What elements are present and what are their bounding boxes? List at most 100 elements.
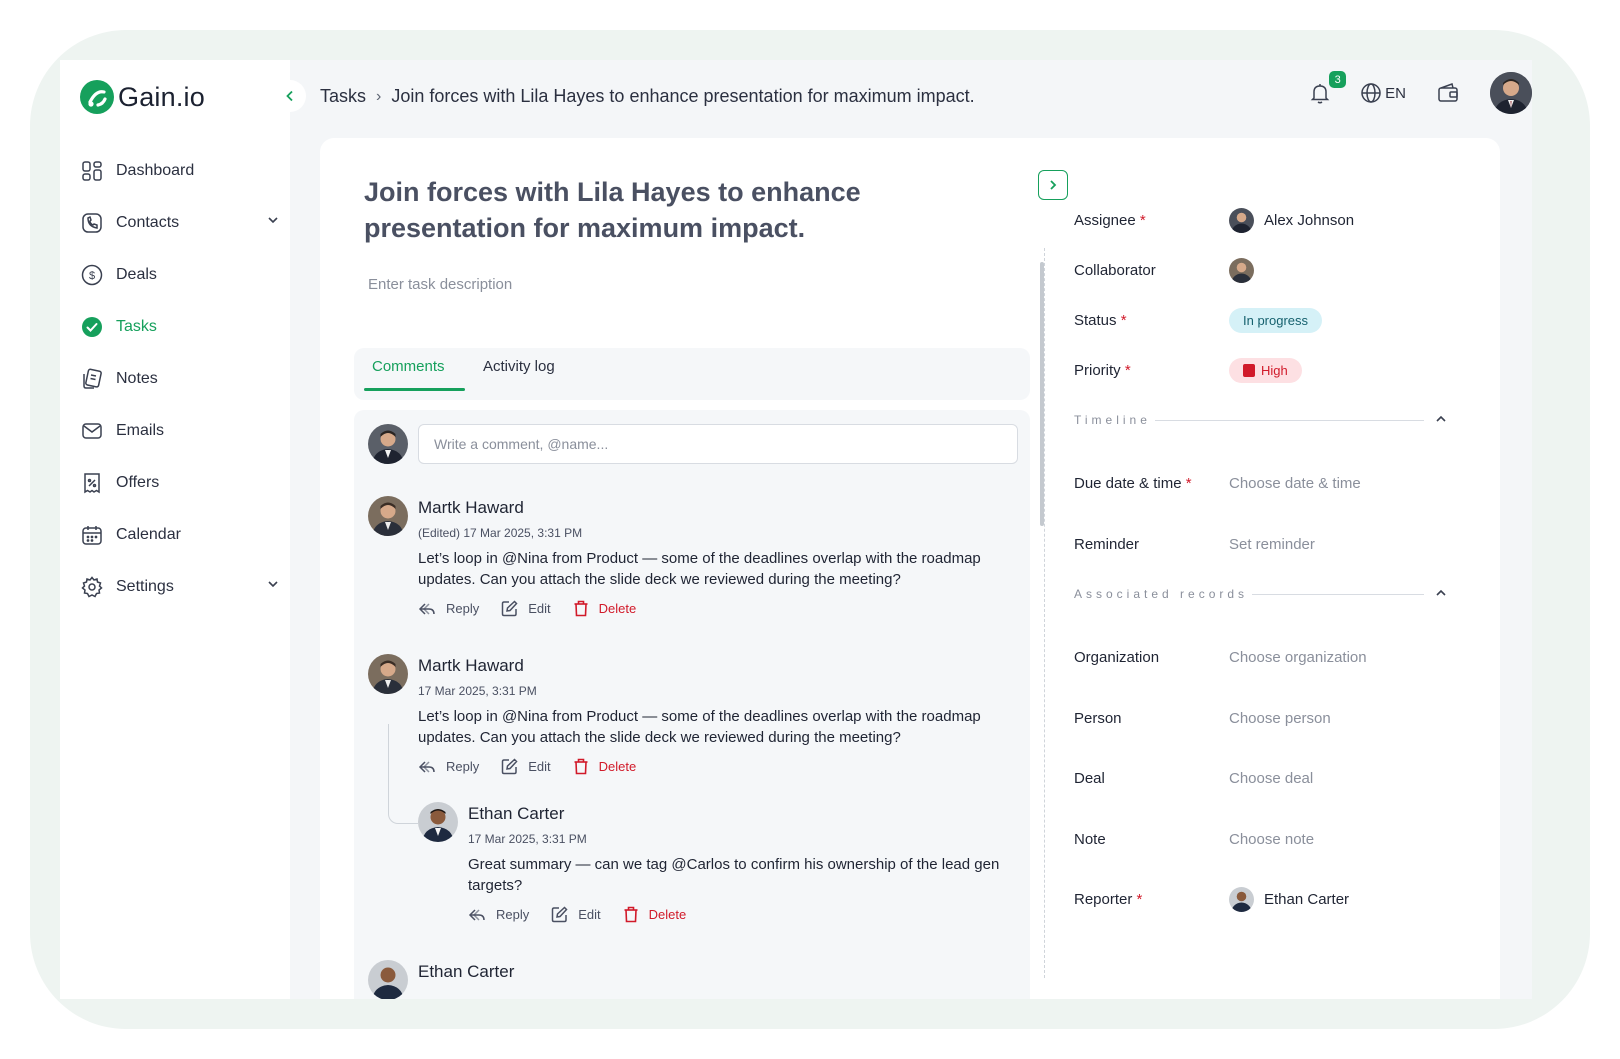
priority-selector[interactable]: High [1229, 357, 1302, 383]
person-selector[interactable]: Choose person [1229, 710, 1331, 727]
deal-selector[interactable]: Choose deal [1229, 770, 1313, 787]
edit-label: Edit [578, 907, 601, 922]
comment-text: Let’s loop in @Nina from Product — some … [418, 708, 981, 746]
comment-reply-item: Ethan Carter 17 Mar 2025, 3:31 PM Great … [418, 802, 1018, 932]
comment-author[interactable]: Ethan Carter [468, 804, 564, 824]
required-marker: * [1124, 361, 1131, 379]
avatar [1229, 207, 1254, 233]
chevron-up-icon[interactable] [1434, 412, 1448, 431]
divider [1154, 419, 1424, 421]
chevron-up-icon[interactable] [1434, 586, 1448, 605]
wallet-button[interactable] [1436, 81, 1460, 105]
reply-icon [468, 908, 485, 921]
reminder-selector[interactable]: Set reminder [1229, 536, 1315, 553]
task-title[interactable]: Join forces with Lila Hayes to enhance p… [364, 174, 1024, 246]
sidebar-item-dashboard[interactable]: Dashboard [80, 145, 280, 197]
sidebar-item-emails[interactable]: Emails [80, 405, 280, 457]
tab-activity-log[interactable]: Activity log [483, 358, 555, 390]
topbar-actions: 3 EN [1308, 71, 1532, 114]
note-field: Note Choose note [1074, 824, 1474, 854]
comments-panel: Martk Haward (Edited) 17 Mar 2025, 3:31 … [354, 410, 1030, 999]
priority-label: Priority [1074, 361, 1121, 379]
sidebar-item-contacts[interactable]: Contacts [80, 197, 280, 249]
svg-text:$: $ [89, 270, 95, 282]
sidebar-item-deals[interactable]: $ Deals [80, 249, 280, 301]
delete-button[interactable]: Delete [573, 600, 637, 617]
reply-button[interactable]: Reply [418, 759, 479, 775]
reply-label: Reply [496, 907, 530, 922]
edit-button[interactable]: Edit [501, 600, 551, 617]
sidebar-item-label: Deals [116, 266, 157, 283]
assignee-selector[interactable]: Alex Johnson [1229, 207, 1354, 233]
reply-label: Reply [446, 759, 480, 774]
breadcrumb-tasks-link[interactable]: Tasks [320, 86, 366, 107]
divider [1252, 593, 1424, 595]
edit-button[interactable]: Edit [501, 758, 551, 775]
avatar [368, 654, 408, 694]
breadcrumb-current: Join forces with Lila Hayes to enhance p… [391, 86, 975, 106]
chevron-right-icon [1050, 180, 1057, 190]
comment-input[interactable] [418, 424, 1018, 464]
delete-button[interactable]: Delete [573, 758, 636, 775]
status-label: Status [1074, 311, 1117, 329]
organization-field: Organization Choose organization [1074, 642, 1474, 672]
note-selector[interactable]: Choose note [1229, 831, 1314, 848]
expand-panel-button[interactable] [1038, 170, 1068, 200]
chevron-down-icon[interactable] [266, 577, 280, 596]
comment-author[interactable]: Martk Haward [418, 656, 524, 676]
person-field: Person Choose person [1074, 703, 1474, 733]
notifications-button[interactable]: 3 [1308, 71, 1347, 105]
comment-actions: Reply Edit Delete [418, 600, 658, 617]
assignee-label: Assignee [1074, 211, 1136, 229]
comment-author[interactable]: Martk Haward [418, 498, 524, 518]
person-label: Person [1074, 709, 1122, 727]
edit-icon [502, 758, 518, 775]
comment-item: Ethan Carter [368, 960, 1018, 999]
app-window: Gain.io Dashboard Contacts $ Deals Tasks [60, 60, 1532, 999]
reply-button[interactable]: Reply [418, 601, 479, 617]
sidebar-item-label: Contacts [116, 214, 180, 231]
logo[interactable]: Gain.io [80, 80, 205, 114]
associated-records-section-header[interactable]: Associated records [1074, 584, 1446, 604]
status-selector[interactable]: In progress [1229, 307, 1323, 333]
sidebar-item-tasks[interactable]: Tasks [80, 301, 280, 353]
dashboard-icon [80, 159, 104, 183]
timeline-section-header[interactable]: Timeline [1074, 410, 1446, 430]
sidebar-item-calendar[interactable]: Calendar [80, 509, 280, 561]
chevron-left-icon [286, 90, 293, 102]
due-date-picker[interactable]: Choose date & time [1229, 475, 1361, 492]
sidebar-item-settings[interactable]: Settings [80, 561, 280, 613]
organization-label: Organization [1074, 648, 1160, 666]
field-label: Priority * [1074, 362, 1229, 379]
collapse-sidebar-button[interactable] [274, 80, 306, 112]
trash-icon [574, 600, 588, 617]
comment-author[interactable]: Ethan Carter [418, 962, 514, 982]
avatar [368, 424, 408, 464]
edit-button[interactable]: Edit [551, 906, 601, 923]
avatar [368, 960, 408, 999]
collaborator-selector[interactable] [1229, 257, 1254, 283]
sidebar-item-offers[interactable]: Offers [80, 457, 280, 509]
required-marker: * [1139, 211, 1146, 229]
chevron-down-icon[interactable] [266, 213, 280, 232]
delete-label: Delete [598, 601, 637, 616]
sidebar-item-notes[interactable]: Notes [80, 353, 280, 405]
delete-label: Delete [648, 907, 687, 922]
user-avatar[interactable] [1490, 72, 1532, 114]
assignee-field: Assignee * Alex Johnson [1074, 205, 1474, 235]
reply-button[interactable]: Reply [468, 907, 529, 923]
reporter-selector[interactable]: Ethan Carter [1229, 886, 1349, 912]
task-description-field[interactable]: Enter task description [368, 276, 512, 293]
avatar [1229, 886, 1254, 912]
edit-icon [552, 906, 568, 923]
field-label: Reporter * [1074, 891, 1229, 908]
reporter-label: Reporter [1074, 890, 1133, 908]
delete-button[interactable]: Delete [623, 906, 687, 923]
status-field: Status * In progress [1074, 305, 1474, 335]
tabs: Comments Activity log [354, 348, 1030, 400]
language-selector[interactable]: EN [1360, 82, 1406, 104]
organization-selector[interactable]: Choose organization [1229, 649, 1367, 666]
sidebar-item-label: Notes [116, 370, 158, 387]
required-marker: * [1185, 474, 1192, 492]
tab-comments[interactable]: Comments [372, 358, 445, 390]
